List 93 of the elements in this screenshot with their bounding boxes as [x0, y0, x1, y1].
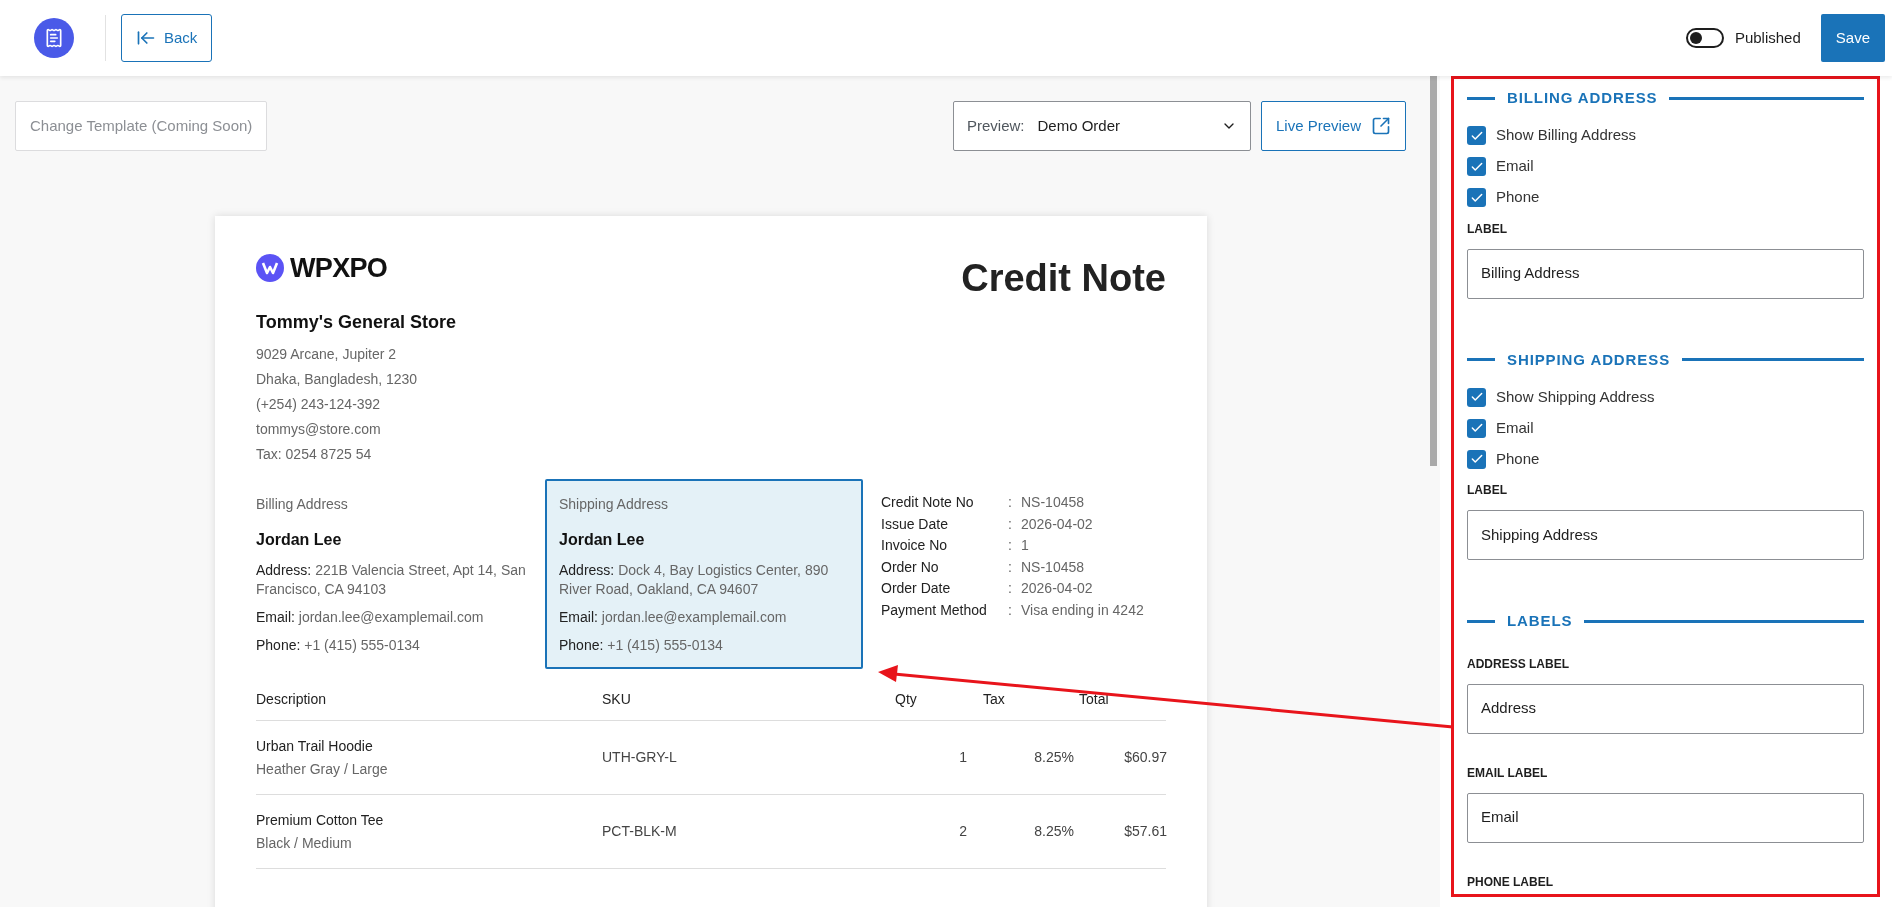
checkbox-option[interactable]: Email: [1467, 418, 1864, 438]
store-name: Tommy's General Store: [256, 311, 457, 334]
checkbox[interactable]: [1467, 126, 1486, 145]
item-variant: Black / Medium: [256, 834, 353, 853]
section-title: LABELS: [1507, 611, 1573, 631]
meta-label: Payment Method: [881, 600, 988, 620]
meta-separator: :: [1008, 579, 1013, 599]
field-label: EMAIL LABEL: [1467, 764, 1549, 782]
text-input[interactable]: Billing Address: [1467, 248, 1864, 299]
meta-separator: :: [1008, 514, 1013, 534]
live-preview-button[interactable]: Live Preview: [1260, 101, 1406, 151]
store-detail: (+254) 243-124-392: [256, 395, 382, 414]
store-detail: Dhaka, Bangladesh, 1230: [256, 370, 419, 389]
store-detail: 9029 Arcane, Jupiter 2: [256, 345, 398, 364]
address-block[interactable]: Billing Address Jordan Lee Address: 221B Valencia Street, Apt 14, San Francisco, CA 94103 Email: jordan.lee@examplemail.com Phone: +1 (415) 555-0134: [242, 479, 545, 669]
checkbox-option[interactable]: Phone: [1467, 449, 1864, 469]
published-toggle[interactable]: [1685, 28, 1724, 48]
customer-name: Jordan Lee: [559, 530, 646, 550]
text-input[interactable]: Email: [1467, 792, 1864, 843]
column-header: SKU: [602, 690, 632, 709]
section-title: BILLING ADDRESS: [1507, 88, 1658, 108]
meta-label: Credit Note No: [881, 493, 975, 512]
field-label: ADDRESS LABEL: [1467, 655, 1570, 673]
column-header: Total: [1078, 690, 1110, 709]
meta-value: 2026-04-02: [1021, 579, 1093, 599]
preview-select[interactable]: Preview: Demo Order: [952, 101, 1251, 151]
text-input[interactable]: Shipping Address: [1467, 510, 1864, 560]
text-input[interactable]: Address: [1467, 683, 1864, 734]
checkmark-icon: [1469, 452, 1484, 466]
address-detail: Email: jordan.lee@examplemail.com: [559, 608, 788, 627]
external-link-icon: [1371, 116, 1391, 136]
total-cell-text: $60.97: [1123, 748, 1167, 767]
meta-separator: :: [1008, 600, 1013, 620]
checkbox[interactable]: [1467, 418, 1486, 438]
back-button[interactable]: Back: [121, 14, 213, 62]
field-label: LABEL: [1467, 220, 1508, 238]
meta-value: NS-10458: [1021, 557, 1085, 577]
item-name: Premium Cotton Tee: [256, 811, 385, 830]
shipping-address-block[interactable]: Shipping Address Jordan Lee Address: Dock 4, Bay Logistics Center, 890 River Road, Oakland, CA 94607 Email: jordan.lee@examplemail.com Phone: +1 (415) 555-0134: [545, 479, 863, 669]
sku-cell-text: UTH-GRY-L: [602, 748, 678, 767]
qty-cell-text: 2: [958, 822, 967, 841]
meta-value: 2026-04-02: [1021, 514, 1093, 534]
address-detail: Phone: +1 (415) 555-0134: [256, 636, 421, 655]
save-button[interactable]: Save: [1820, 14, 1885, 62]
meta-label: Order Date: [881, 579, 952, 599]
meta-label: Order No: [881, 557, 940, 577]
meta-separator: :: [1008, 493, 1013, 512]
field-label: PHONE LABEL: [1467, 873, 1554, 891]
checkbox-option[interactable]: Email: [1467, 156, 1864, 177]
meta-separator: :: [1008, 557, 1013, 577]
brand-logo-icon: [256, 254, 284, 283]
back-arrow-icon: [136, 28, 156, 48]
scrollbar-thumb[interactable]: [1430, 76, 1437, 466]
address-detail: Email: jordan.lee@examplemail.com: [256, 608, 485, 627]
column-header: Description: [256, 690, 328, 709]
document-title: Credit Note: [961, 256, 1166, 301]
checkbox-option[interactable]: Show Billing Address: [1467, 125, 1864, 146]
brand-name: WPXPO: [290, 252, 388, 285]
section-title: SHIPPING ADDRESS: [1507, 349, 1671, 370]
address-heading: Shipping Address: [559, 495, 669, 514]
published-label: Published: [1734, 27, 1801, 48]
column-header: Qty: [894, 690, 918, 709]
checkbox[interactable]: [1467, 449, 1486, 469]
checkbox[interactable]: [1467, 387, 1486, 407]
field-label: LABEL: [1467, 482, 1508, 499]
item-variant: Heather Gray / Large: [256, 760, 389, 779]
store-detail: Tax: 0254 8725 54: [256, 445, 373, 464]
address-detail: Address: Dock 4, Bay Logistics Center, 890 River Road, Oakland, CA 94607: [559, 561, 830, 599]
meta-separator: :: [1008, 536, 1013, 556]
address-heading: Billing Address: [256, 495, 349, 514]
sku-cell-text: PCT-BLK-M: [602, 822, 678, 841]
meta-label: Invoice No: [881, 536, 949, 556]
checkbox-option[interactable]: Show Shipping Address: [1467, 387, 1864, 407]
checkbox-option[interactable]: Phone: [1467, 187, 1864, 208]
total-cell-text: $57.61: [1123, 822, 1167, 841]
customer-name: Jordan Lee: [256, 530, 343, 550]
checkmark-icon: [1469, 421, 1484, 435]
meta-value: Visa ending in 4242: [1021, 600, 1144, 620]
checkmark-icon: [1469, 390, 1484, 404]
tax-cell-text: 8.25%: [1033, 822, 1074, 841]
address-detail: Address: 221B Valencia Street, Apt 14, San Francisco, CA 94103: [256, 561, 527, 599]
checkbox[interactable]: [1467, 157, 1486, 176]
store-detail: tommys@store.com: [256, 420, 382, 439]
meta-label: Issue Date: [881, 514, 949, 534]
checkbox[interactable]: [1467, 188, 1486, 207]
item-name: Urban Trail Hoodie: [256, 737, 374, 756]
column-header: Tax: [982, 690, 1006, 709]
qty-cell-text: 1: [958, 748, 967, 767]
meta-value: NS-10458: [1021, 493, 1085, 512]
address-detail: Phone: +1 (415) 555-0134: [559, 636, 724, 655]
app-logo-icon: [34, 18, 74, 58]
meta-value: 1: [1021, 536, 1029, 556]
tax-cell-text: 8.25%: [1033, 748, 1074, 767]
